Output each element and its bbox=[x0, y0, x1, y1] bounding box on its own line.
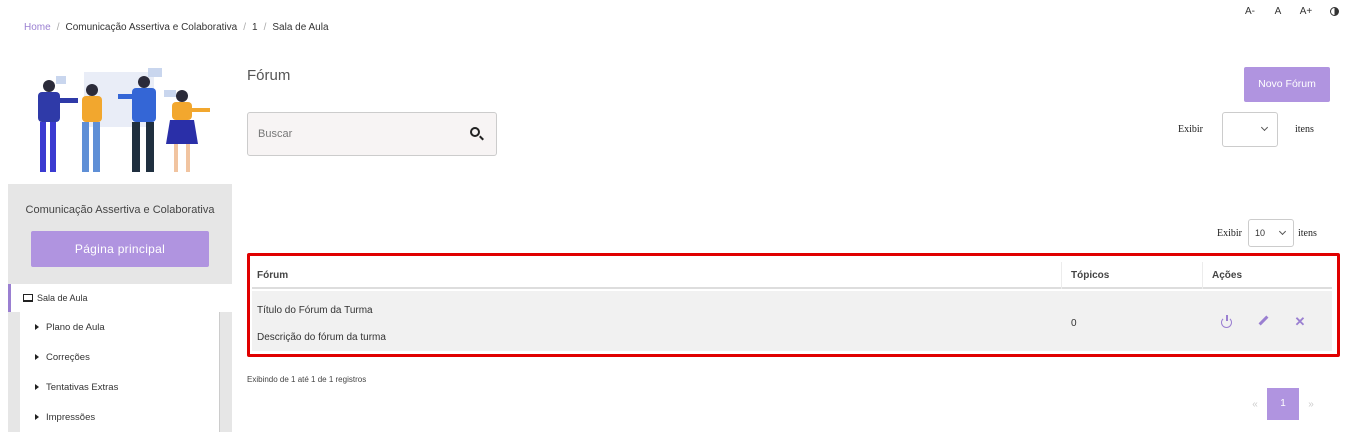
page-title: Fórum bbox=[247, 67, 291, 84]
forum-table: Fórum Tópicos Ações Título do Fórum da T… bbox=[247, 253, 1340, 357]
monitor-icon bbox=[23, 294, 33, 302]
sidebar-item-label: Tentativas Extras bbox=[46, 381, 119, 393]
contrast-toggle[interactable] bbox=[1321, 6, 1347, 17]
caret-right-icon bbox=[35, 354, 39, 360]
course-illustration bbox=[38, 68, 210, 172]
sidebar-item-label: Plano de Aula bbox=[46, 321, 105, 333]
items-per-page-table: Exibir 10 itens bbox=[1217, 219, 1347, 247]
course-name: Comunicação Assertiva e Colaborativa bbox=[25, 204, 215, 216]
sidebar-item-label: Sala de Aula bbox=[37, 293, 88, 303]
column-header-actions: Ações bbox=[1212, 270, 1243, 281]
items-per-page-select[interactable]: 10 bbox=[1248, 219, 1294, 247]
records-info: Exibindo de 1 até 1 de 1 registros bbox=[247, 375, 367, 384]
breadcrumb-separator: / bbox=[243, 22, 247, 33]
sidebar-item-label: Impressões bbox=[46, 411, 96, 423]
forum-description: Descrição do fórum da turma bbox=[257, 332, 386, 343]
items-per-page-suffix: itens bbox=[1298, 228, 1317, 239]
column-header-topics[interactable]: Tópicos bbox=[1071, 270, 1109, 281]
sidebar-submenu-list: Plano de Aula Correções Tentativas Extra… bbox=[20, 312, 220, 432]
breadcrumb-course-link[interactable]: Comunicação Assertiva e Colaborativa bbox=[65, 22, 237, 33]
search-input[interactable]: Buscar bbox=[247, 112, 497, 156]
course-card: Comunicação Assertiva e Colaborativa Pág… bbox=[8, 184, 232, 284]
delete-icon[interactable]: ✕ bbox=[1293, 315, 1307, 329]
items-per-page-label: Exibir bbox=[1178, 124, 1203, 135]
sidebar-submenu: Plano de Aula Correções Tentativas Extra… bbox=[8, 312, 232, 432]
caret-right-icon bbox=[35, 324, 39, 330]
forum-title[interactable]: Título do Fórum da Turma bbox=[257, 305, 373, 316]
breadcrumb-current: Sala de Aula bbox=[272, 22, 329, 33]
items-per-page-label: Exibir bbox=[1217, 228, 1242, 239]
contrast-icon bbox=[1329, 6, 1339, 16]
font-decrease-button[interactable]: A- bbox=[1237, 6, 1263, 17]
breadcrumb-number-link[interactable]: 1 bbox=[252, 22, 258, 33]
sidebar-item-tentativas-extras[interactable]: Tentativas Extras bbox=[20, 372, 219, 402]
topics-count: 0 bbox=[1071, 318, 1077, 329]
items-per-page-top: Exibir itens bbox=[1178, 112, 1347, 148]
sidebar-item-correcoes[interactable]: Correções bbox=[20, 342, 219, 372]
pagination: « 1 » bbox=[1243, 388, 1323, 420]
font-increase-button[interactable]: A+ bbox=[1293, 6, 1319, 17]
items-per-page-select-top[interactable] bbox=[1222, 112, 1278, 147]
caret-right-icon bbox=[35, 414, 39, 420]
table-header: Fórum Tópicos Ações bbox=[252, 262, 1332, 289]
edit-icon[interactable] bbox=[1257, 315, 1271, 329]
chevron-down-icon bbox=[1260, 123, 1269, 132]
sidebar-menu: Sala de Aula Plano de Aula Correções Ten… bbox=[8, 284, 232, 432]
chevron-down-icon bbox=[1278, 227, 1287, 236]
search-placeholder: Buscar bbox=[258, 128, 293, 140]
sidebar-item-impressoes[interactable]: Impressões bbox=[20, 402, 219, 432]
power-icon[interactable] bbox=[1220, 315, 1234, 329]
caret-right-icon bbox=[35, 384, 39, 390]
pagination-next[interactable]: » bbox=[1299, 399, 1323, 410]
breadcrumb-separator: / bbox=[263, 22, 267, 33]
font-normal-button[interactable]: A bbox=[1265, 6, 1291, 17]
table-row: Título do Fórum da Turma Descrição do fó… bbox=[252, 291, 1332, 351]
pagination-page-1[interactable]: 1 bbox=[1267, 388, 1299, 420]
search-icon[interactable] bbox=[470, 127, 480, 137]
sidebar-item-label: Correções bbox=[46, 351, 90, 363]
pagination-prev[interactable]: « bbox=[1243, 399, 1267, 410]
breadcrumb-home-link[interactable]: Home bbox=[24, 22, 51, 33]
column-header-forum[interactable]: Fórum bbox=[257, 270, 288, 281]
column-divider bbox=[1061, 262, 1062, 289]
items-per-page-suffix: itens bbox=[1295, 124, 1314, 135]
breadcrumb-separator: / bbox=[56, 22, 60, 33]
breadcrumb: Home / Comunicação Assertiva e Colaborat… bbox=[24, 22, 329, 33]
home-page-button[interactable]: Página principal bbox=[31, 231, 209, 267]
accessibility-controls: A- A A+ bbox=[1235, 6, 1347, 17]
sidebar-item-sala-de-aula[interactable]: Sala de Aula bbox=[8, 284, 232, 312]
sidebar-item-plano-de-aula[interactable]: Plano de Aula bbox=[20, 312, 219, 342]
column-divider bbox=[1202, 262, 1203, 289]
items-per-page-value: 10 bbox=[1255, 228, 1266, 238]
new-forum-button[interactable]: Novo Fórum bbox=[1244, 67, 1330, 102]
